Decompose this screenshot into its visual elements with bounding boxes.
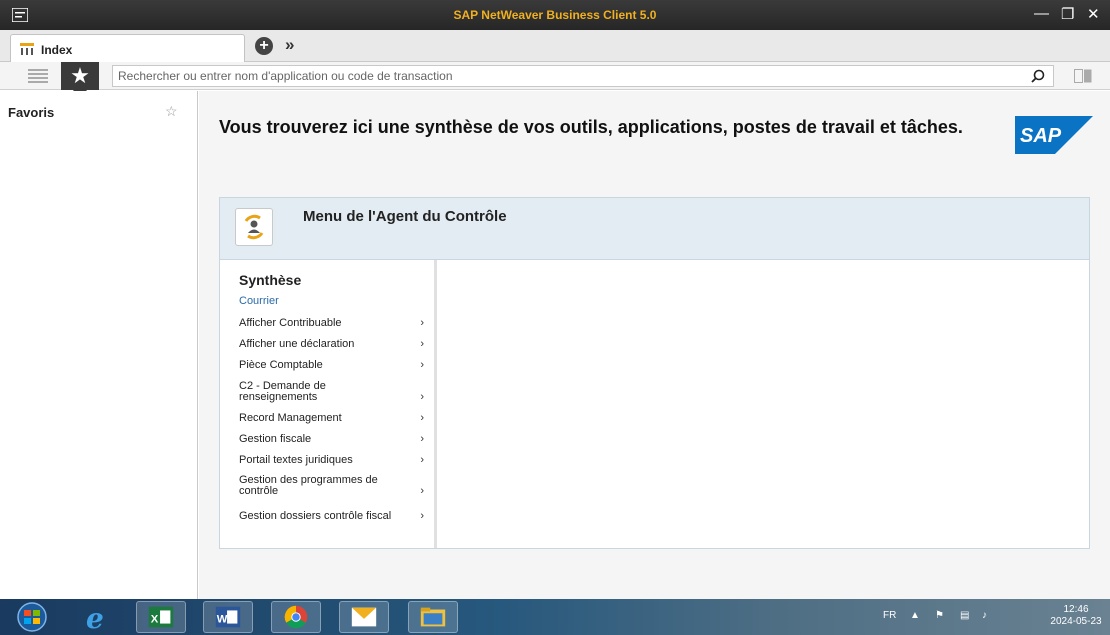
chrome-icon[interactable] (271, 601, 321, 633)
side-panel-icon[interactable] (1074, 69, 1092, 83)
minimize-icon[interactable]: — (1034, 5, 1049, 22)
agent-icon (235, 208, 273, 246)
taskbar: e X W FR ▲ ⚑ ▤ ♪ 12:46 2024-05-23 (0, 599, 1110, 635)
menu-item[interactable]: Gestion fiscale › (239, 434, 424, 445)
internet-explorer-icon[interactable]: e (72, 601, 122, 633)
chevron-right-icon: › (420, 454, 424, 466)
show-hidden-icons-icon[interactable]: ▲ (910, 610, 920, 621)
card-header: Menu de l'Agent du Contrôle (220, 198, 1089, 260)
favorites-star-button[interactable]: ★ (61, 62, 99, 98)
tab-label: Index (41, 43, 73, 57)
menu-item-label: Gestion dossiers contrôle fiscal (239, 510, 392, 522)
main-content: Vous trouverez ici une synthèse de vos o… (199, 91, 1110, 599)
menu-item-label: Gestion des programmes de contrôle (239, 474, 378, 497)
menu-item[interactable]: Gestion dossiers contrôle fiscal › (239, 511, 424, 522)
menu-item[interactable]: Afficher Contribuable › (239, 318, 424, 329)
menu-item[interactable]: Record Management › (239, 413, 424, 424)
menu-item[interactable]: Afficher une déclaration › (239, 339, 424, 350)
menu-item-label: Afficher Contribuable (239, 317, 342, 329)
page-headline: Vous trouverez ici une synthèse de vos o… (219, 117, 963, 137)
new-tab-button[interactable]: + (255, 37, 273, 55)
menu-panel: Synthèse Courrier Afficher Contribuable … (220, 260, 437, 548)
chevron-right-icon: › (420, 412, 424, 424)
menu-item-label: Pièce Comptable (239, 359, 323, 371)
window-title: SAP NetWeaver Business Client 5.0 (453, 8, 657, 22)
svg-text:e: e (86, 602, 104, 633)
action-center-flag-icon[interactable]: ⚑ (935, 610, 944, 621)
chevron-right-icon: › (420, 485, 424, 497)
card-title: Menu de l'Agent du Contrôle (303, 208, 507, 225)
more-tabs-icon[interactable]: » (285, 35, 294, 55)
sap-logo: SAP (1015, 116, 1093, 154)
search-input[interactable] (113, 66, 1013, 86)
tab-bar: Index + » (0, 30, 1110, 62)
list-icon[interactable] (28, 69, 48, 83)
svg-text:X: X (151, 614, 159, 626)
menu-item-label: C2 - Demande de renseignements (239, 380, 326, 403)
clock-date: 2024-05-23 (1050, 616, 1102, 627)
hierarchy-icon (20, 43, 34, 55)
start-button-icon[interactable] (8, 601, 56, 633)
close-icon[interactable]: ✕ (1087, 5, 1100, 23)
chevron-right-icon: › (420, 317, 424, 329)
sap-logon-icon[interactable] (339, 601, 389, 633)
favorites-title: Favoris (8, 105, 55, 120)
chevron-right-icon: › (420, 338, 424, 350)
menu-item[interactable]: C2 - Demande de renseignements › (239, 381, 424, 403)
clock-time: 12:46 (1063, 604, 1089, 615)
language-indicator[interactable]: FR (883, 610, 896, 621)
menu-link-courrier[interactable]: Courrier (239, 295, 279, 307)
volume-icon[interactable]: ♪ (982, 610, 987, 621)
menu-item[interactable]: Portail textes juridiques › (239, 455, 424, 466)
search-icon[interactable] (1031, 69, 1045, 83)
chevron-right-icon: › (420, 359, 424, 371)
menu-item[interactable]: Gestion des programmes de contrôle › (239, 475, 424, 497)
svg-text:W: W (217, 614, 228, 626)
search-box (112, 65, 1054, 87)
sap-logo-text: SAP (1020, 125, 1062, 147)
chevron-right-icon: › (420, 391, 424, 403)
file-explorer-icon[interactable] (408, 601, 458, 633)
system-clock[interactable]: 12:46 2024-05-23 (1045, 604, 1107, 628)
add-favorite-icon[interactable]: ☆ (165, 103, 178, 120)
chevron-right-icon: › (420, 510, 424, 522)
menu-item-label: Portail textes juridiques (239, 454, 353, 466)
title-bar: SAP NetWeaver Business Client 5.0 — ❐ ✕ (0, 0, 1110, 30)
excel-icon[interactable]: X (136, 601, 186, 633)
menu-item-label: Record Management (239, 412, 342, 424)
menu-item[interactable]: Pièce Comptable › (239, 360, 424, 371)
restore-icon[interactable]: ❐ (1061, 5, 1074, 23)
word-icon[interactable]: W (203, 601, 253, 633)
favorites-sidebar: Favoris ☆ (0, 91, 198, 599)
toolbar: ★ (0, 62, 1110, 98)
network-icon[interactable]: ▤ (960, 610, 969, 621)
chevron-right-icon: › (420, 433, 424, 445)
menu-item-label: Afficher une déclaration (239, 338, 355, 350)
menu-item-label: Gestion fiscale (239, 433, 312, 445)
tab-index[interactable]: Index (10, 34, 245, 62)
menu-section-heading: Synthèse (239, 272, 302, 288)
agent-menu-card: Menu de l'Agent du Contrôle Synthèse Cou… (219, 197, 1090, 549)
